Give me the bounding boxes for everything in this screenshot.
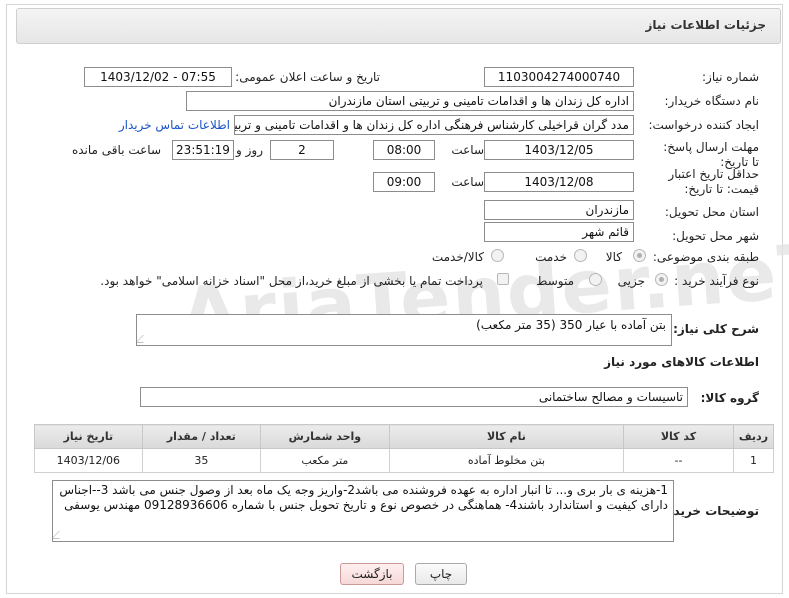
description-text: بتن آماده با عیار 350 (35 متر مکعب) xyxy=(476,318,666,332)
buyer-org-field: اداره کل زندان ها و اقدامات تامینی و ترب… xyxy=(186,91,634,111)
requester-label: ایجاد کننده درخواست: xyxy=(648,118,759,132)
cell-need-date: 1403/12/06 xyxy=(34,448,143,473)
validity-date-field: 1403/12/08 xyxy=(484,172,634,192)
category-radio-goods[interactable] xyxy=(633,249,646,262)
category-label: طبقه بندی موضوعی: xyxy=(652,250,759,264)
validity-time-field: 09:00 xyxy=(373,172,435,192)
city-field: قائم شهر xyxy=(484,222,634,242)
need-number-label: شماره نیاز: xyxy=(702,70,759,84)
category-radio-goods-service[interactable] xyxy=(491,249,504,262)
col-goods-code: کد کالا xyxy=(623,424,734,449)
process-radio-minor[interactable] xyxy=(655,273,668,286)
buyer-notes-text: 1-هزینه ی بار بری و... تا انبار اداره به… xyxy=(59,483,668,512)
col-quantity: تعداد / مقدار xyxy=(141,424,261,449)
cell-goods-code: -- xyxy=(623,448,734,473)
page-header: جزئیات اطلاعات نیاز xyxy=(16,8,781,44)
col-unit: واحد شمارش xyxy=(259,424,390,449)
remaining-time-label: ساعت باقی مانده xyxy=(71,143,161,157)
buyer-notes-textarea[interactable]: 1-هزینه ی بار بری و... تا انبار اداره به… xyxy=(52,480,674,542)
col-row-number: ردیف xyxy=(732,424,775,449)
description-label: شرح کلی نیاز: xyxy=(673,322,759,336)
category-option-goods: کالا xyxy=(605,250,622,264)
cell-goods-name: بتن مخلوط آماده xyxy=(388,448,625,473)
payment-note: پرداخت تمام یا بخشی از مبلغ خرید،از محل … xyxy=(100,274,483,288)
table-row: 1 -- بتن مخلوط آماده متر مکعب 35 1403/12… xyxy=(34,448,775,473)
days-label: روز و xyxy=(236,143,263,157)
back-button[interactable]: بازگشت xyxy=(340,563,404,585)
goods-table: ردیف کد کالا نام کالا واحد شمارش تعداد /… xyxy=(34,424,775,473)
cell-row-number: 1 xyxy=(732,448,775,473)
description-textarea[interactable]: بتن آماده با عیار 350 (35 متر مکعب) xyxy=(136,314,672,346)
days-remaining-field: 2 xyxy=(270,140,334,160)
process-label: نوع فرآیند خرید : xyxy=(674,274,759,288)
resize-grip-icon xyxy=(137,335,151,343)
cell-quantity: 35 xyxy=(141,448,261,473)
goods-group-field: تاسیسات و مصالح ساختمانی xyxy=(140,387,688,407)
goods-info-title: اطلاعات کالاهای مورد نیاز xyxy=(604,355,759,369)
resize-grip-icon xyxy=(53,531,67,539)
print-button[interactable]: چاپ xyxy=(415,563,467,585)
deadline-label: مهلت ارسال پاسخ: تا تاریخ: xyxy=(663,140,759,169)
category-radio-service[interactable] xyxy=(574,249,587,262)
province-field: مازندران xyxy=(484,200,634,220)
validity-time-label: ساعت xyxy=(451,175,484,189)
page-title: جزئیات اطلاعات نیاز xyxy=(645,18,766,32)
announce-date-field: 1403/12/02 - 07:55 xyxy=(84,67,232,87)
category-option-service: خدمت xyxy=(535,250,567,264)
col-goods-name: نام کالا xyxy=(388,424,625,449)
city-label: شهر محل تحویل: xyxy=(672,229,759,243)
cell-unit: متر مکعب xyxy=(259,448,390,473)
goods-group-label: گروه کالا: xyxy=(700,391,759,405)
requester-field: مدد گران قراخیلی کارشناس فرهنگی اداره کل… xyxy=(234,115,634,135)
col-need-date: تاریخ نیاز xyxy=(34,424,143,449)
deadline-date-field: 1403/12/05 xyxy=(484,140,634,160)
treasury-payment-checkbox[interactable] xyxy=(497,273,509,285)
need-number-field: 1103004274000740 xyxy=(484,67,634,87)
buyer-contact-link[interactable]: اطلاعات تماس خریدار xyxy=(119,118,230,132)
announce-label: تاریخ و ساعت اعلان عمومی: xyxy=(235,70,380,84)
table-header-row: ردیف کد کالا نام کالا واحد شمارش تعداد /… xyxy=(34,424,775,449)
province-label: استان محل تحویل: xyxy=(664,205,759,219)
deadline-time-label: ساعت xyxy=(451,143,484,157)
process-radio-medium[interactable] xyxy=(589,273,602,286)
category-option-goods-service: کالا/خدمت xyxy=(431,250,484,264)
process-option-minor: جزیی xyxy=(617,274,645,288)
remaining-time-field: 23:51:19 xyxy=(172,140,234,160)
buyer-org-label: نام دستگاه خریدار: xyxy=(664,94,760,108)
validity-label: حداقل تاریخ اعتبار قیمت: تا تاریخ: xyxy=(668,167,759,196)
deadline-time-field: 08:00 xyxy=(373,140,435,160)
process-option-medium: متوسط xyxy=(536,274,574,288)
